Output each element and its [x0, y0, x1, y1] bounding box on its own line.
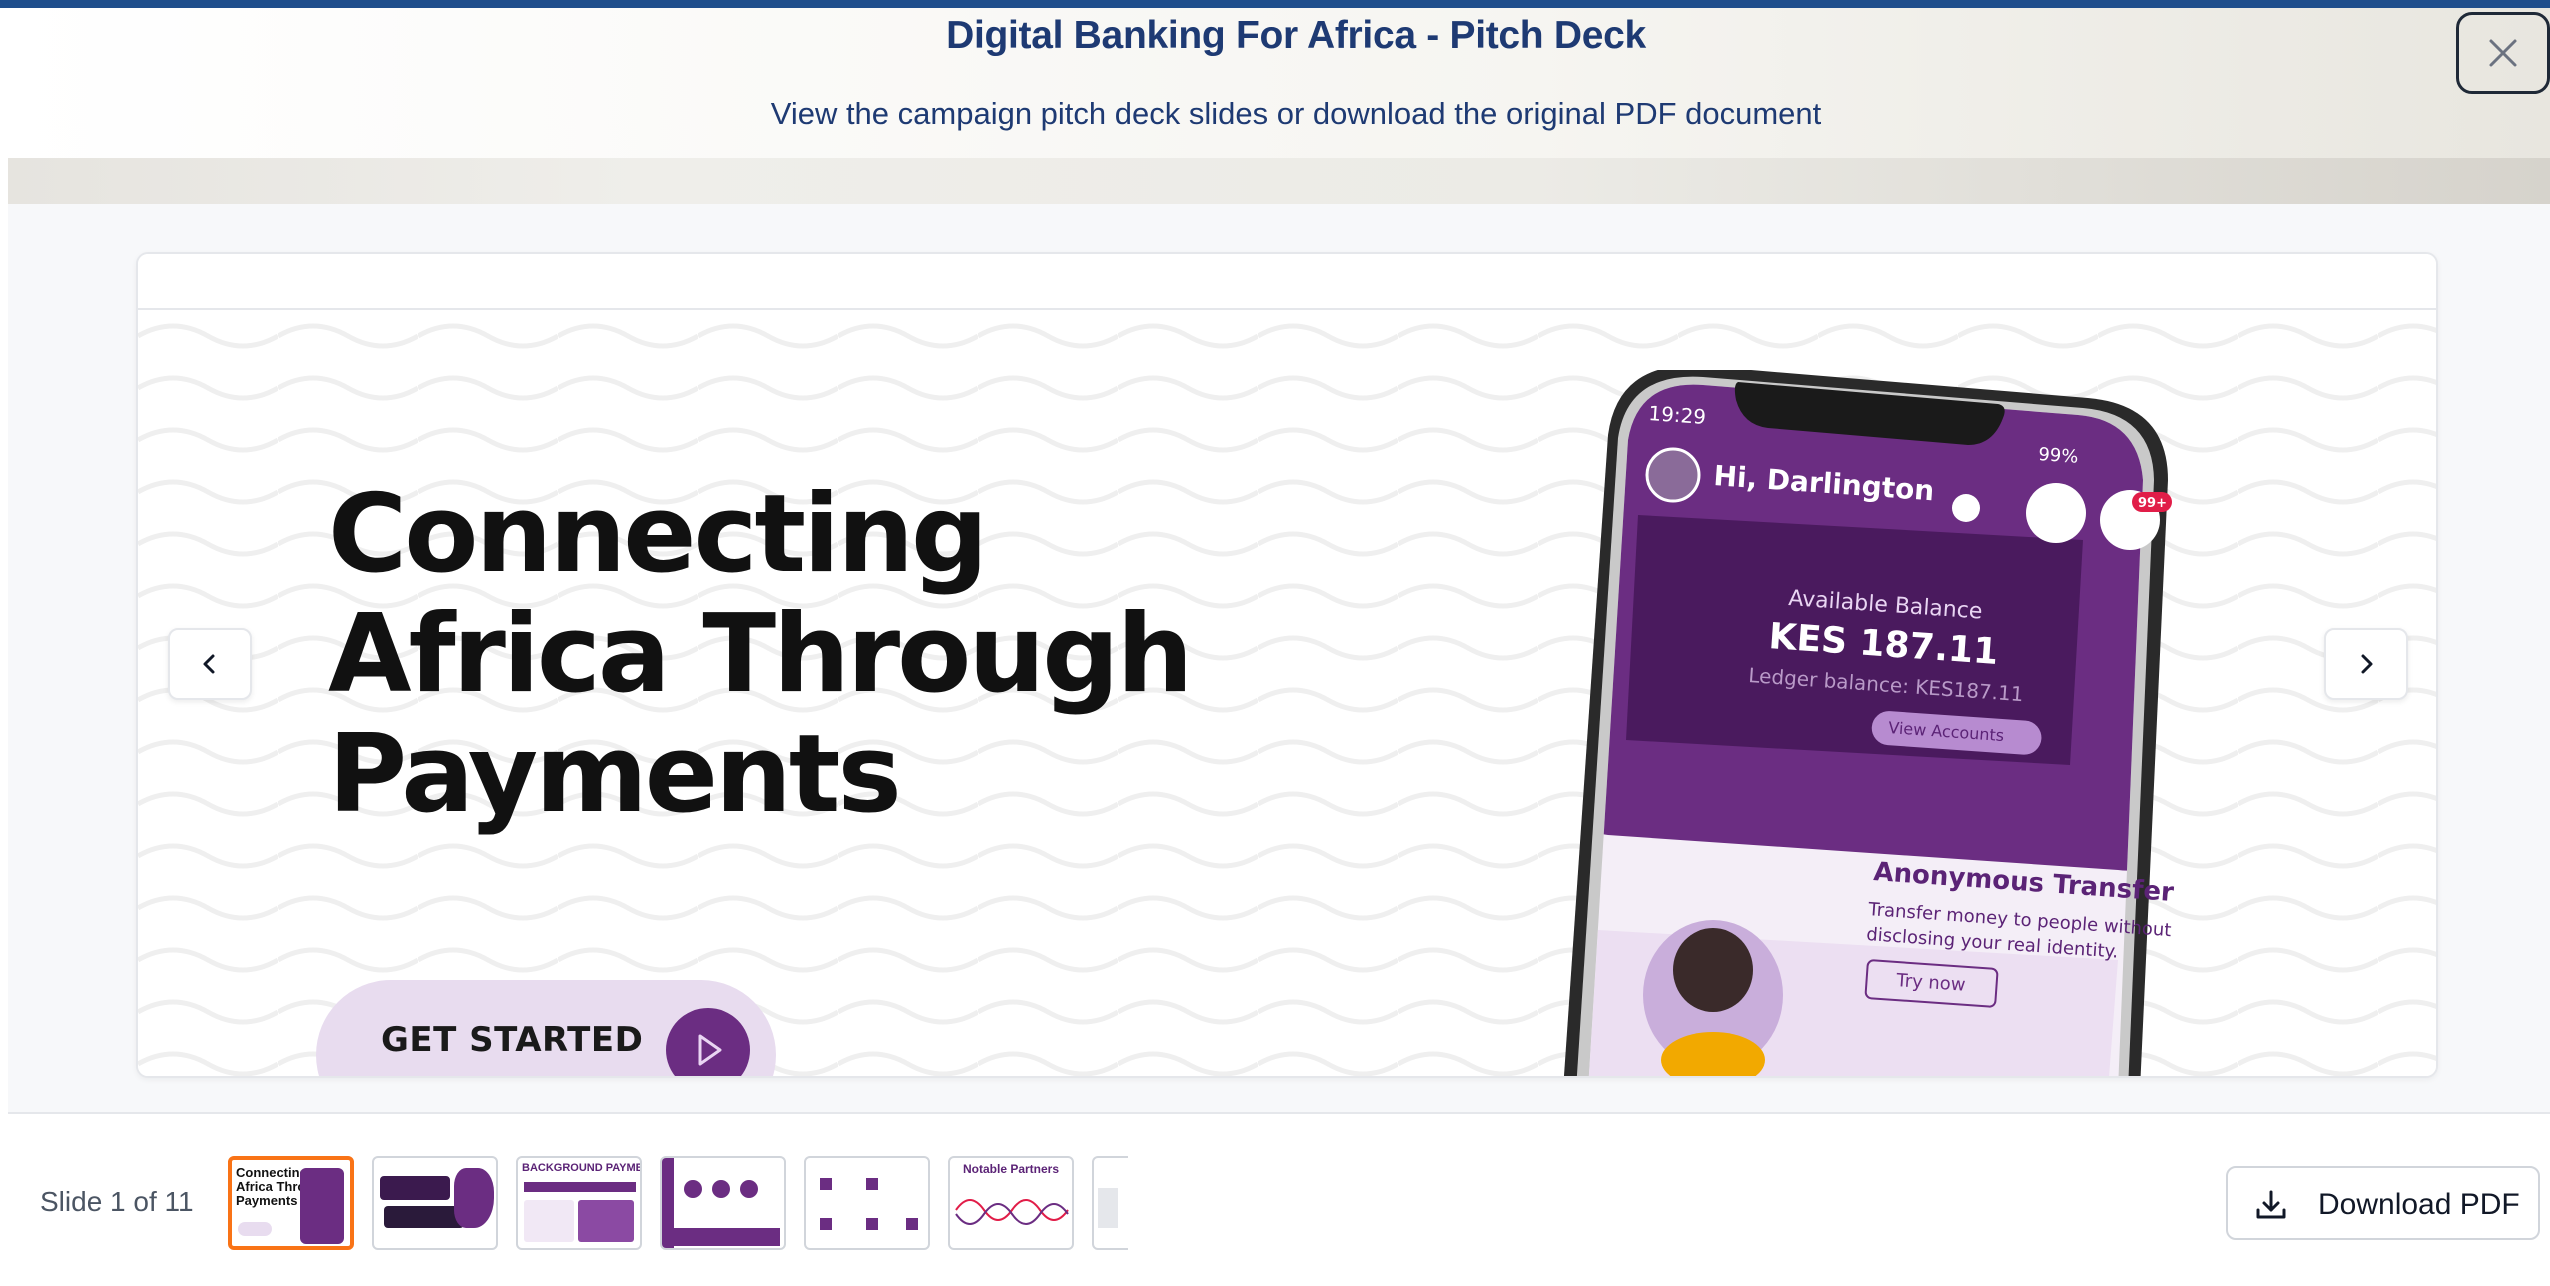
- modal-footer: Slide 1 of 11 Connecting Africa Through …: [8, 1112, 2550, 1286]
- download-pdf-label: Download PDF: [2318, 1188, 2520, 1221]
- get-started-pill: GET STARTED: [316, 980, 776, 1076]
- thumb-title: Notable Partners: [962, 1162, 1060, 1176]
- thumbnail-slide-1[interactable]: Connecting Africa Through Payments: [228, 1156, 354, 1250]
- headline-line: Africa Through: [328, 592, 1193, 717]
- thumbnail-strip: Connecting Africa Through Payments BACKG…: [222, 1156, 1128, 1256]
- phone-battery: 99%: [2038, 444, 2079, 468]
- notification-badge: 99+: [2138, 496, 2167, 511]
- pitch-deck-modal: Digital Banking For Africa - Pitch Deck …: [0, 0, 2550, 1286]
- chevron-left-icon: [203, 654, 215, 674]
- thumb-title: BACKGROUND PAYMENTS: [522, 1162, 640, 1174]
- headline-line: Connecting: [328, 472, 988, 597]
- close-icon: [2489, 39, 2517, 67]
- close-button[interactable]: [2456, 12, 2550, 94]
- header-divider-band: [8, 158, 2550, 204]
- thumb-text: Payments: [236, 1193, 298, 1208]
- thumb-text: Connecting: [236, 1165, 308, 1180]
- thumbnail-slide-7[interactable]: [1092, 1156, 1128, 1250]
- current-slide: Connecting Africa Through Payments GET S…: [138, 310, 2436, 1076]
- slide-card: Connecting Africa Through Payments GET S…: [136, 252, 2438, 1078]
- phone-mockup: 19:29 99% Hi, Darlington 99+ Available B…: [1563, 370, 2175, 1076]
- get-started-label: GET STARTED: [381, 1020, 644, 1060]
- download-icon: [2256, 1190, 2286, 1219]
- modal-title: Digital Banking For Africa - Pitch Deck: [946, 14, 1646, 57]
- modal-subtitle: View the campaign pitch deck slides or d…: [770, 96, 1822, 131]
- play-icon: [666, 1008, 750, 1076]
- thumbnail-slide-5[interactable]: [804, 1156, 930, 1250]
- chevron-right-icon: [2361, 654, 2373, 674]
- top-accent-bar: [0, 0, 2550, 8]
- slide-headline: Connecting Africa Through Payments: [328, 475, 1288, 835]
- slide-counter: Slide 1 of 11: [40, 1186, 194, 1217]
- download-pdf-button[interactable]: Download PDF: [2226, 1166, 2540, 1240]
- thumbnail-slide-6[interactable]: Notable Partners: [948, 1156, 1074, 1250]
- headline-line: Payments: [328, 712, 902, 837]
- thumbnail-slide-2[interactable]: [372, 1156, 498, 1250]
- modal-header: Digital Banking For Africa - Pitch Deck …: [8, 8, 2550, 158]
- previous-slide-button[interactable]: [168, 628, 252, 700]
- thumbnail-slide-3[interactable]: BACKGROUND PAYMENTS: [516, 1156, 642, 1250]
- slide-card-header: [138, 254, 2436, 310]
- phone-time: 19:29: [1648, 401, 1707, 429]
- thumbnail-slide-4[interactable]: [660, 1156, 786, 1250]
- next-slide-button[interactable]: [2324, 628, 2408, 700]
